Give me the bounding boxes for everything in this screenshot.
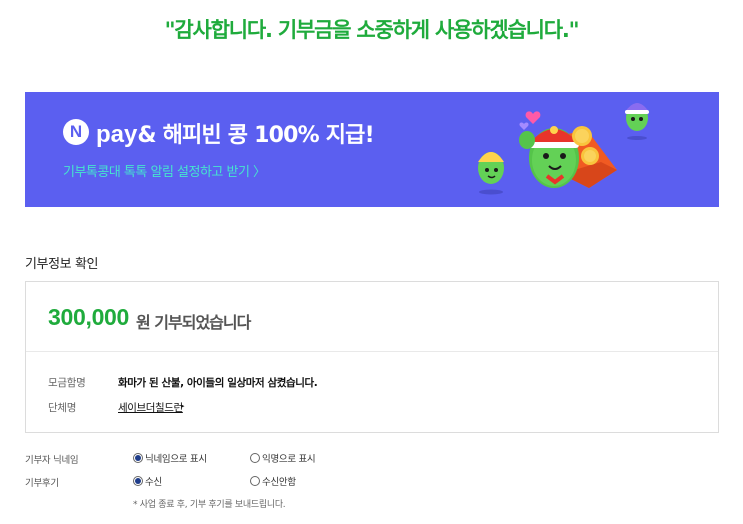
radio-review-receive-label: 수신 [145,477,162,488]
npay-logo-icon: N [63,119,89,145]
radio-review-receive[interactable]: 수신 [133,474,162,488]
banner-subtitle-link[interactable]: 기부톡콩대 톡톡 알림 설정하고 받기 〉 [63,161,266,180]
nickname-option-label: 기부자 닉네임 [25,455,79,466]
review-note: * 사업 종료 후, 기부 후기를 보내드립니다. [133,500,286,510]
radio-nickname-anonymous-label: 익명으로 표시 [262,454,316,465]
banner-pay-word: pay [96,121,138,148]
radio-checked-icon [133,476,143,486]
radio-checked-icon [133,453,143,463]
radio-nickname-show[interactable]: 닉네임으로 표시 [133,451,207,465]
banner-title: pay& 해피빈 콩 100% 지급! [96,117,375,149]
org-label: 단체명 [48,402,77,414]
bean-mascot-illustration-icon [478,103,649,195]
donation-info-box: 300,000 원 기부되었습니다 모금함명 화마가 된 산불, 아이들의 일상… [25,281,719,433]
radio-review-decline[interactable]: 수신안함 [250,474,296,488]
thanks-message: "감사합니다. 기부금을 소중하게 사용하겠습니다." [164,18,580,42]
donation-amount-suffix: 원 기부되었습니다 [136,313,251,332]
radio-nickname-anonymous[interactable]: 익명으로 표시 [250,451,316,465]
donation-amount: 300,000 [48,304,130,330]
org-link[interactable]: 세이브더칠드런 [118,400,183,415]
radio-unchecked-icon [250,453,260,463]
amount-row: 300,000 원 기부되었습니다 [26,282,718,352]
radio-nickname-show-label: 닉네임으로 표시 [145,454,207,465]
org-arrow-icon: ▸ [181,402,185,410]
campaign-label: 모금함명 [48,377,86,389]
radio-review-decline-label: 수신안함 [262,477,296,488]
radio-unchecked-icon [250,476,260,486]
npay-promo-banner[interactable]: N pay& 해피빈 콩 100% 지급! 기부톡콩대 톡톡 알림 설정하고 받… [25,92,719,207]
review-option-label: 기부후기 [25,478,59,489]
banner-title-text: & 해피빈 콩 100% 지급! [137,123,374,148]
donation-info-title: 기부정보 확인 [25,257,99,272]
campaign-value: 화마가 된 산불, 아이들의 일상마저 삼켰습니다. [118,377,318,389]
